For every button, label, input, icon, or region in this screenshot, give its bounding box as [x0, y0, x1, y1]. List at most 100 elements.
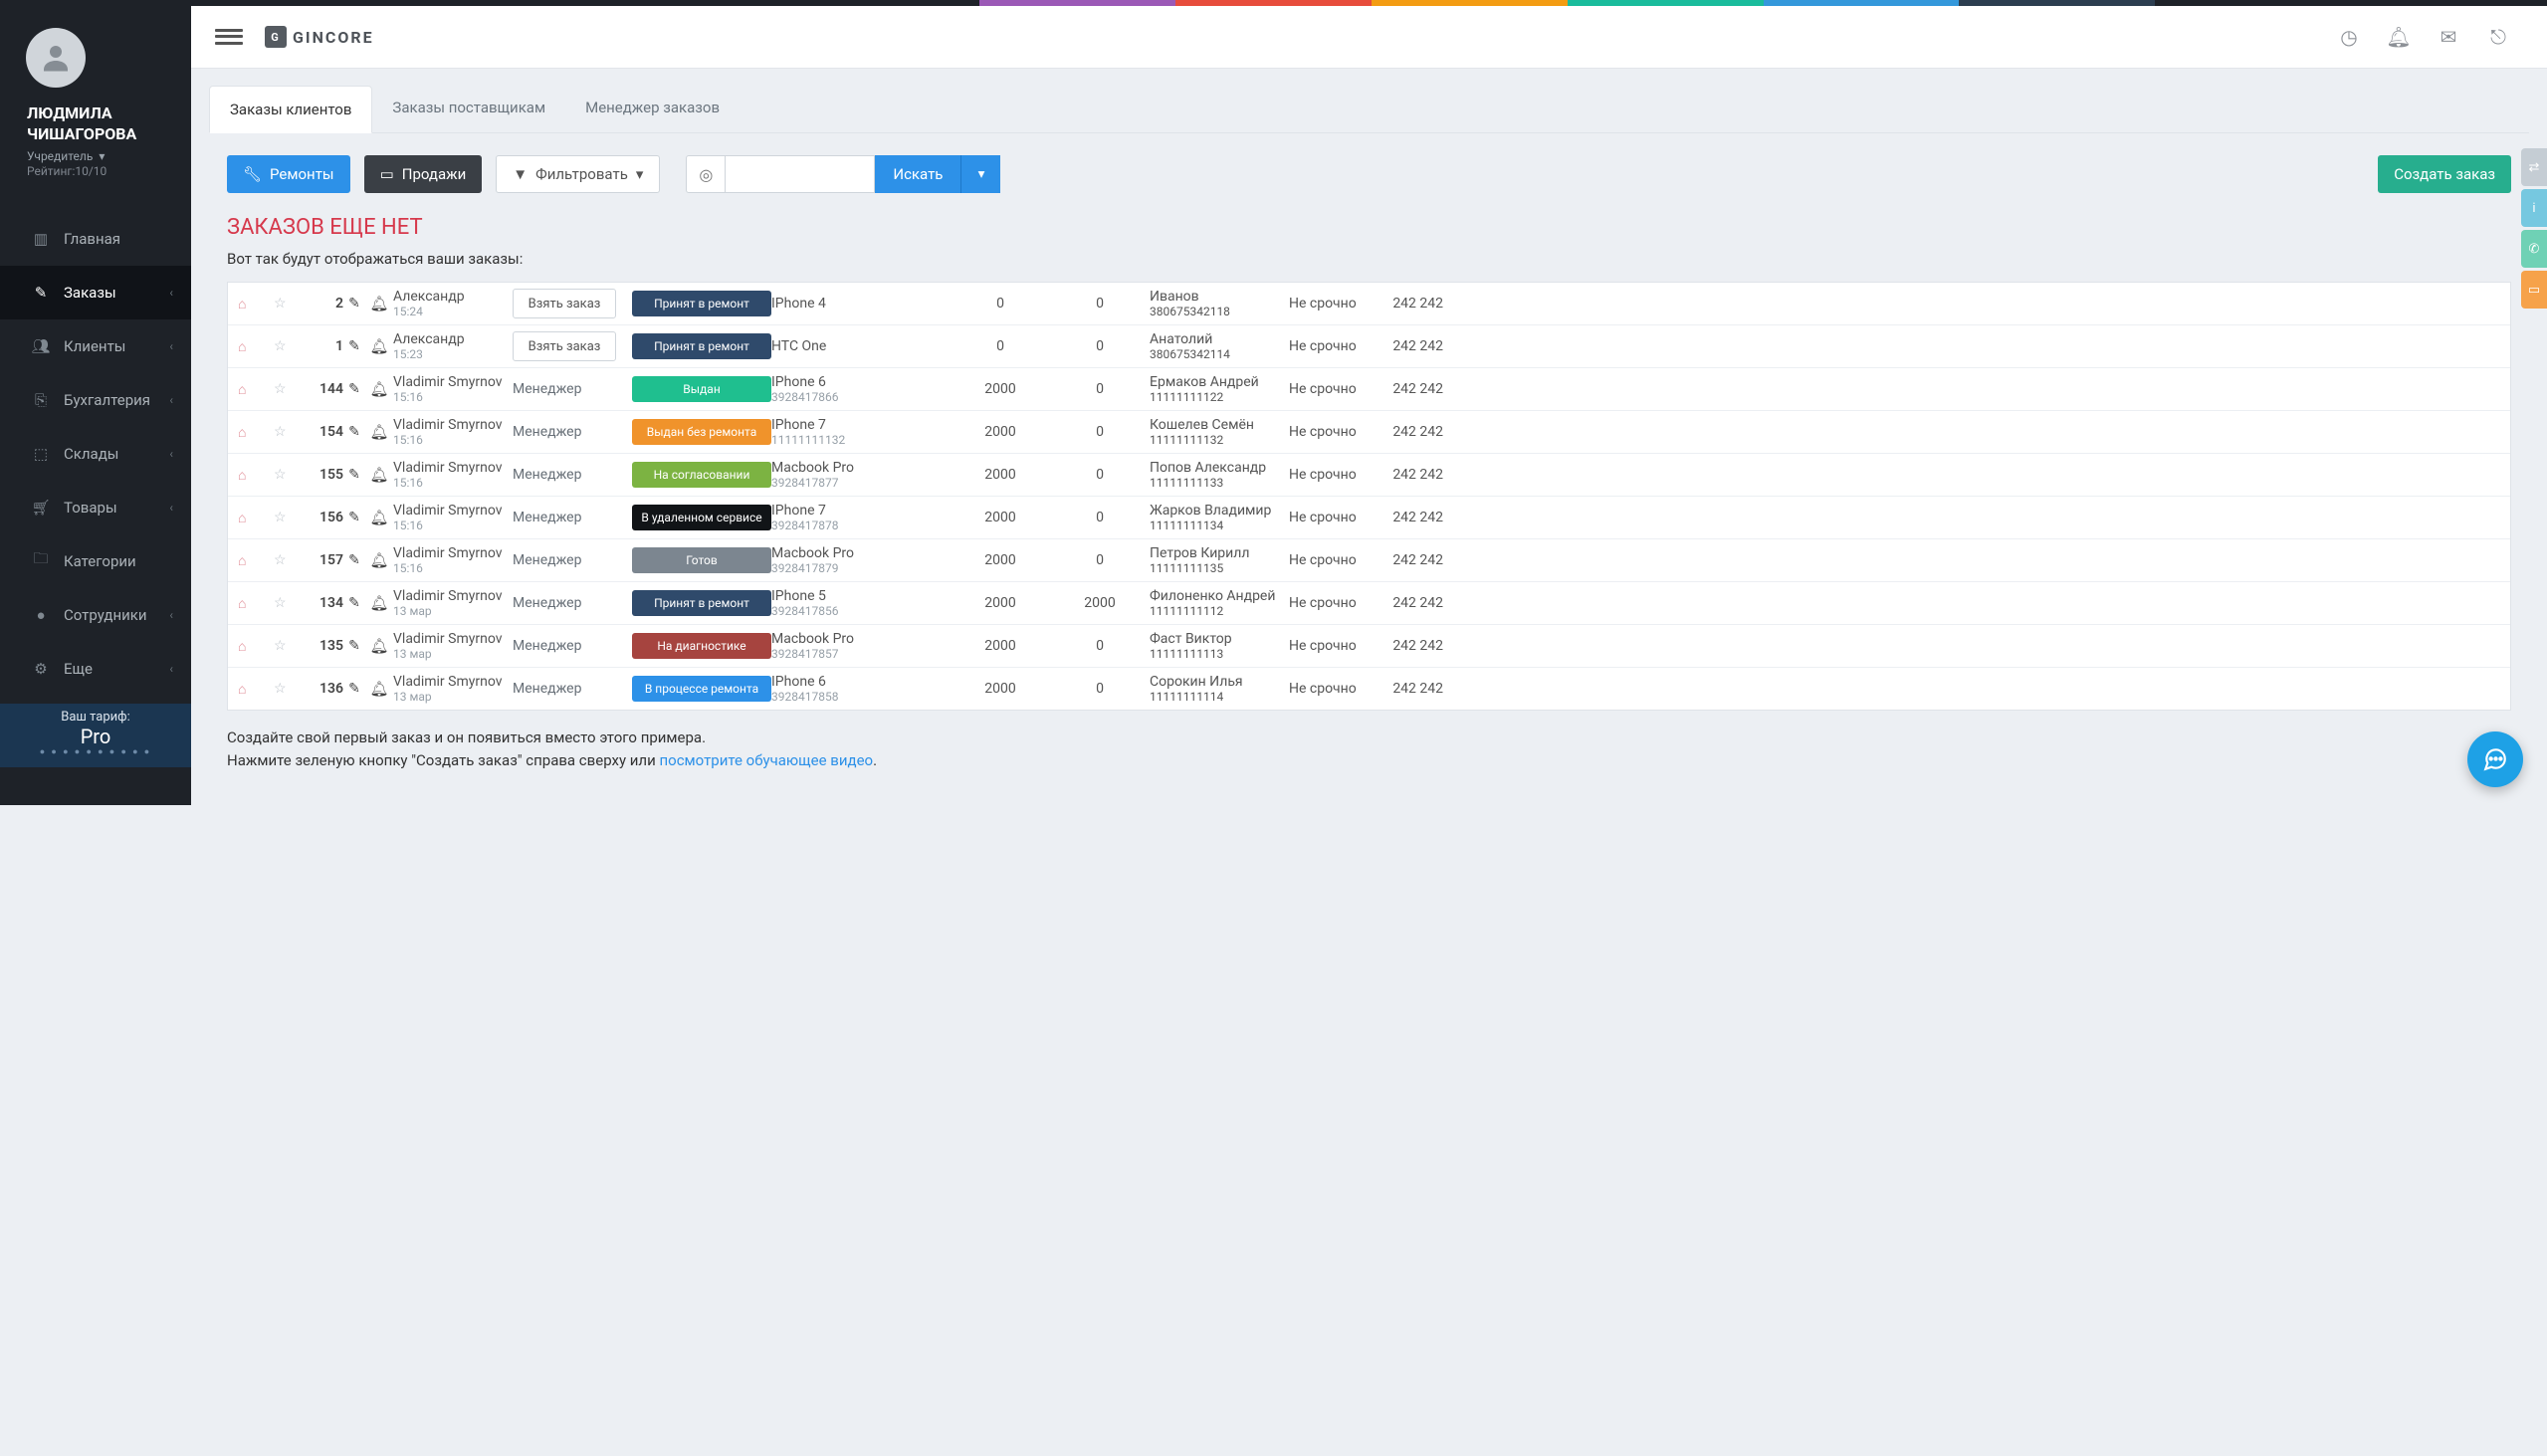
home-icon: ⌂ — [238, 381, 274, 398]
chevron-left-icon: ‹ — [169, 662, 173, 676]
filter-button[interactable]: ▼Фильтровать▾ — [496, 155, 660, 193]
table-row[interactable]: ⌂☆1✎🔔︎Александр15:23Взять заказПринят в … — [228, 324, 2510, 367]
search-input[interactable] — [726, 155, 875, 193]
table-row[interactable]: ⌂☆135✎🔔︎Vladimir Smyrnov13 марМенеджерНа… — [228, 624, 2510, 667]
sidebar-item[interactable]: ⬚Склады‹ — [0, 427, 191, 481]
sales-button[interactable]: ▭Продажи — [364, 155, 483, 193]
edit-icon[interactable]: ✎ — [343, 381, 365, 397]
edit-icon[interactable]: ✎ — [343, 595, 365, 611]
avatar[interactable] — [26, 28, 86, 88]
table-row[interactable]: ⌂☆157✎🔔︎Vladimir Smyrnov15:16МенеджерГот… — [228, 538, 2510, 581]
edit-icon[interactable]: ✎ — [343, 467, 365, 483]
take-order-button[interactable]: Взять заказ — [513, 331, 616, 361]
bar-icon: ▥ — [28, 230, 54, 248]
user-name: ЛЮДМИЛАЧИШАГОРОВА — [0, 94, 191, 145]
search-button[interactable]: Искать — [875, 155, 960, 193]
box-icon: ⬚ — [28, 445, 54, 463]
star-icon[interactable]: ☆ — [274, 681, 296, 697]
status-badge: Принят в ремонт — [632, 590, 771, 616]
bell-icon[interactable]: 🔔︎ — [365, 680, 393, 698]
bell-icon[interactable]: 🔔︎ — [365, 594, 393, 612]
table-row[interactable]: ⌂☆134✎🔔︎Vladimir Smyrnov13 марМенеджерПр… — [228, 581, 2510, 624]
status-badge: Выдан — [632, 376, 771, 402]
clock-icon[interactable]: ◷ — [2324, 25, 2374, 49]
status-badge: Принят в ремонт — [632, 291, 771, 316]
topbar: GGINCORE ◷ 🔔︎ ✉ ⎋ — [191, 6, 2547, 69]
status-badge: Принят в ремонт — [632, 333, 771, 359]
status-badge: На согласовании — [632, 462, 771, 488]
side-tab[interactable]: ✆ — [2521, 230, 2547, 268]
table-row[interactable]: ⌂☆2✎🔔︎Александр15:24Взять заказПринят в … — [228, 283, 2510, 324]
chevron-left-icon: ‹ — [169, 501, 173, 515]
edit-icon[interactable]: ✎ — [343, 681, 365, 697]
star-icon[interactable]: ☆ — [274, 296, 296, 312]
folder-icon: 🗀 — [28, 548, 54, 573]
bell-icon[interactable]: 🔔︎ — [365, 380, 393, 398]
edit-icon[interactable]: ✎ — [343, 552, 365, 568]
table-row[interactable]: ⌂☆156✎🔔︎Vladimir Smyrnov15:16МенеджерВ у… — [228, 496, 2510, 538]
side-tab[interactable]: ▭ — [2521, 271, 2547, 309]
star-icon[interactable]: ☆ — [274, 381, 296, 397]
sidebar-item[interactable]: 🛒︎Товары‹ — [0, 481, 191, 534]
status-badge: Готов — [632, 547, 771, 573]
status-badge: В удаленном сервисе — [632, 505, 771, 530]
user-role[interactable]: Учредитель▾ — [0, 145, 191, 163]
side-tab[interactable]: i — [2521, 189, 2547, 227]
star-icon[interactable]: ☆ — [274, 595, 296, 611]
menu-button[interactable] — [215, 23, 243, 51]
bell-icon[interactable]: 🔔︎ — [2374, 25, 2424, 49]
edit-icon[interactable]: ✎ — [343, 296, 365, 312]
sidebar-item[interactable]: ⎘Бухгалтерия‹ — [0, 373, 191, 427]
edit-icon[interactable]: ✎ — [343, 424, 365, 440]
star-icon[interactable]: ☆ — [274, 338, 296, 354]
bell-icon[interactable]: 🔔︎ — [365, 466, 393, 484]
star-icon[interactable]: ☆ — [274, 552, 296, 568]
star-icon[interactable]: ☆ — [274, 510, 296, 525]
tariff-block[interactable]: Ваш тариф: Pro ● ● ● ● ● ● ● ● ● ● — [0, 704, 191, 767]
tab[interactable]: Заказы клиентов — [209, 86, 372, 133]
target-icon[interactable]: ◎ — [686, 155, 726, 193]
home-icon: ⌂ — [238, 552, 274, 569]
table-row[interactable]: ⌂☆155✎🔔︎Vladimir Smyrnov15:16МенеджерНа … — [228, 453, 2510, 496]
sidebar-item[interactable]: ⚙Еще‹ — [0, 642, 191, 696]
mail-icon[interactable]: ✉ — [2424, 25, 2473, 49]
wrench-icon: 🔧︎ — [243, 165, 262, 183]
chevron-left-icon: ‹ — [169, 393, 173, 407]
bell-icon[interactable]: 🔔︎ — [365, 637, 393, 655]
bell-icon[interactable]: 🔔︎ — [365, 509, 393, 526]
star-icon[interactable]: ☆ — [274, 638, 296, 654]
gear-icon: ⚙ — [28, 660, 54, 678]
tab[interactable]: Менеджер заказов — [565, 85, 740, 132]
repairs-button[interactable]: 🔧︎Ремонты — [227, 155, 350, 193]
search-dropdown[interactable]: ▾ — [960, 155, 1000, 193]
chat-button[interactable] — [2467, 731, 2523, 787]
tutorial-link[interactable]: посмотрите обучающее видео — [659, 751, 873, 769]
edit-icon[interactable]: ✎ — [343, 510, 365, 525]
bell-icon[interactable]: 🔔︎ — [365, 423, 393, 441]
sidebar-item[interactable]: ✎Заказы‹ — [0, 266, 191, 319]
status-badge: На диагностике — [632, 633, 771, 659]
edit-icon[interactable]: ✎ — [343, 638, 365, 654]
sidebar-item[interactable]: ▥Главная — [0, 212, 191, 266]
tab[interactable]: Заказы поставщикам — [372, 85, 565, 132]
table-row[interactable]: ⌂☆144✎🔔︎Vladimir Smyrnov15:16МенеджерВыд… — [228, 367, 2510, 410]
star-icon[interactable]: ☆ — [274, 467, 296, 483]
users-icon: 👥︎ — [28, 337, 54, 355]
chevron-left-icon: ‹ — [169, 286, 173, 300]
chevron-down-icon: ▾ — [636, 165, 644, 183]
take-order-button[interactable]: Взять заказ — [513, 289, 616, 318]
create-order-button[interactable]: Создать заказ — [2378, 155, 2511, 193]
sidebar-item[interactable]: ●Сотрудники‹ — [0, 588, 191, 642]
sidebar-item[interactable]: 👥︎Клиенты‹ — [0, 319, 191, 373]
bell-icon[interactable]: 🔔︎ — [365, 295, 393, 312]
side-tab[interactable]: ⇄ — [2521, 148, 2547, 186]
star-icon[interactable]: ☆ — [274, 424, 296, 440]
logo[interactable]: GGINCORE — [265, 26, 374, 48]
logout-icon[interactable]: ⎋ — [2473, 25, 2523, 49]
bell-icon[interactable]: 🔔︎ — [365, 551, 393, 569]
sidebar-item[interactable]: 🗀Категории — [0, 534, 191, 588]
edit-icon[interactable]: ✎ — [343, 338, 365, 354]
table-row[interactable]: ⌂☆154✎🔔︎Vladimir Smyrnov15:16МенеджерВыд… — [228, 410, 2510, 453]
bell-icon[interactable]: 🔔︎ — [365, 337, 393, 355]
table-row[interactable]: ⌂☆136✎🔔︎Vladimir Smyrnov13 марМенеджерВ … — [228, 667, 2510, 710]
